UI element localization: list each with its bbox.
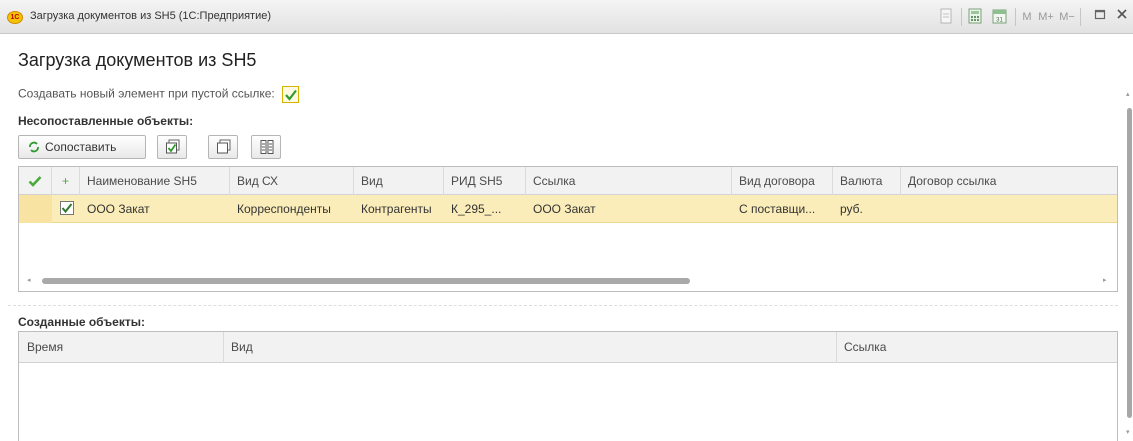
green-check-icon	[28, 176, 42, 187]
match-button[interactable]: Сопоставить	[18, 135, 146, 159]
column-header[interactable]: Вид	[354, 167, 444, 195]
window-title: Загрузка документов из SH5 (1С:Предприят…	[30, 10, 272, 22]
cell-vid: Контрагенты	[361, 202, 432, 216]
uncheck-all-icon	[217, 139, 231, 154]
column-header[interactable]: Ссылка	[837, 332, 1117, 363]
memory-minus-button[interactable]: M−	[1058, 8, 1076, 26]
row-checkbox[interactable]	[52, 195, 80, 223]
vertical-scrollbar[interactable]: ▴ ▾	[1125, 90, 1133, 441]
check-all-button[interactable]	[157, 135, 187, 159]
column-header[interactable]: Ссылка	[526, 167, 732, 195]
column-header[interactable]: РИД SH5	[444, 167, 526, 195]
horizontal-scroll-thumb[interactable]	[42, 278, 690, 284]
create-new-checkbox[interactable]	[282, 86, 300, 103]
check-all-icon	[166, 139, 180, 154]
column-header[interactable]: Валюта	[833, 167, 901, 195]
calculator-icon[interactable]	[966, 8, 984, 26]
maximize-icon[interactable]	[1093, 8, 1107, 26]
calendar-icon[interactable]: 31	[990, 8, 1008, 26]
column-header[interactable]: +	[52, 167, 80, 195]
check-column-header[interactable]	[19, 167, 52, 195]
section-divider	[8, 305, 1118, 306]
unmatched-table: + Наименование SH5 Вид СХ Вид РИД SH5 Сс…	[18, 166, 1118, 292]
unmatched-objects-title: Несопоставленные объекты:	[18, 114, 194, 128]
scroll-down-icon[interactable]: ▾	[1126, 428, 1130, 436]
page-title: Загрузка документов из SH5	[18, 50, 257, 70]
cell-contract-ref	[901, 195, 1117, 223]
close-icon[interactable]	[1115, 8, 1129, 26]
form-content: Загрузка документов из SH5 Создавать нов…	[8, 34, 1118, 441]
create-new-label: Создавать новый элемент при пустой ссылк…	[18, 86, 275, 101]
refresh-icon	[29, 141, 39, 153]
scroll-right-icon[interactable]: ▸	[1103, 276, 1107, 284]
created-table: Время Вид Ссылка	[18, 331, 1118, 441]
vertical-scroll-thumb[interactable]	[1127, 108, 1132, 418]
column-settings-button[interactable]	[251, 135, 281, 159]
created-objects-title: Созданные объекты:	[18, 315, 145, 329]
column-header[interactable]: Время	[19, 332, 224, 363]
column-header[interactable]: Договор ссылка	[901, 167, 1117, 195]
scroll-up-icon[interactable]: ▴	[1126, 90, 1130, 98]
table-row[interactable]: ООО Закат Корреспонденты Контрагенты К_2…	[19, 195, 1117, 223]
scroll-left-icon[interactable]: ◂	[27, 276, 31, 284]
cell-currency: руб.	[840, 202, 863, 216]
row-marker-cell	[19, 195, 52, 223]
column-header[interactable]: Наименование SH5	[80, 167, 230, 195]
svg-text:31: 31	[996, 18, 1003, 24]
uncheck-all-button[interactable]	[208, 135, 238, 159]
app-logo-icon: 1С	[7, 11, 23, 24]
checkmark-icon	[285, 89, 297, 101]
column-header[interactable]: Вид	[224, 332, 837, 363]
cell-name: ООО Закат	[87, 202, 150, 216]
document-icon[interactable]	[937, 8, 955, 26]
horizontal-scrollbar[interactable]: ◂ ▸	[22, 276, 1110, 286]
cell-ref: ООО Закат	[533, 202, 596, 216]
memory-plus-button[interactable]: M+	[1038, 8, 1054, 26]
window-titlebar: 1С Загрузка документов из SH5 (1С:Предпр…	[0, 0, 1133, 34]
unmatched-table-header: + Наименование SH5 Вид СХ Вид РИД SH5 Сс…	[19, 167, 1117, 195]
memory-m-button[interactable]: M	[1021, 8, 1033, 26]
column-header[interactable]: Вид СХ	[230, 167, 354, 195]
cell-contract-type: С поставщи...	[739, 202, 816, 216]
create-new-option: Создавать новый элемент при пустой ссылк…	[18, 86, 300, 103]
created-table-header: Время Вид Ссылка	[19, 332, 1117, 363]
cell-vid-sx: Корреспонденты	[237, 202, 331, 216]
column-header[interactable]: Вид договора	[732, 167, 833, 195]
row-checkbox-icon	[60, 201, 74, 215]
column-settings-icon	[260, 140, 274, 154]
cell-rid: К_295_...	[451, 202, 502, 216]
match-button-label: Сопоставить	[45, 140, 117, 154]
